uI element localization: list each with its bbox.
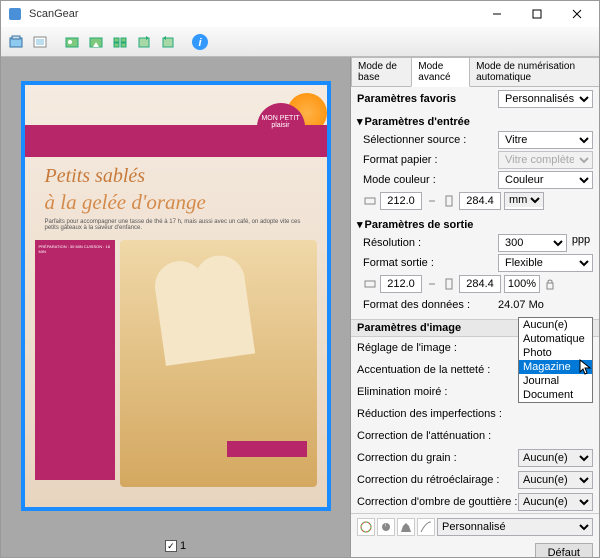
- favorites-select[interactable]: Personnalisés: [498, 90, 593, 108]
- unit-select[interactable]: mm: [505, 193, 543, 207]
- out-height-icon: [442, 277, 456, 291]
- source-select[interactable]: Vitre: [498, 131, 593, 149]
- output-header[interactable]: ▾Paramètres de sortie: [357, 216, 593, 233]
- color-balance-icon[interactable]: [357, 518, 375, 536]
- rotate-left-icon[interactable]: [133, 31, 155, 53]
- select-all-icon[interactable]: [109, 31, 131, 53]
- favorites-label: Paramètres favoris: [357, 93, 498, 105]
- scan-thumbnail[interactable]: MON PETIT plaisir Petits sablés à la gel…: [21, 81, 331, 511]
- height-icon: [442, 194, 456, 208]
- tab-advanced[interactable]: Mode avancé: [411, 57, 470, 87]
- image-adjust-dropdown[interactable]: Aucun(e) Automatique Photo Magazine Jour…: [518, 317, 593, 403]
- toolbar: i: [1, 27, 599, 57]
- brightness-icon[interactable]: [377, 518, 395, 536]
- out-width-icon: [363, 277, 377, 291]
- preview-pane: MON PETIT plaisir Petits sablés à la gel…: [1, 57, 351, 557]
- output-scale[interactable]: [504, 275, 540, 293]
- titlebar: ScanGear: [1, 1, 599, 27]
- curve-icon[interactable]: [417, 518, 435, 536]
- input-height[interactable]: [459, 192, 501, 210]
- minimize-button[interactable]: [477, 1, 517, 27]
- curve-preset-select[interactable]: Personnalisé: [437, 518, 593, 536]
- crop-all-icon[interactable]: [85, 31, 107, 53]
- thumb-checkbox[interactable]: ✓: [165, 540, 177, 552]
- width-icon: [363, 194, 377, 208]
- histogram-icon[interactable]: [397, 518, 415, 536]
- thumb-number: 1: [180, 540, 186, 552]
- link-icon[interactable]: [425, 277, 439, 291]
- input-width[interactable]: [380, 192, 422, 210]
- input-header[interactable]: ▾Paramètres d'entrée: [357, 113, 593, 130]
- main-area: MON PETIT plaisir Petits sablés à la gel…: [1, 57, 599, 557]
- output-height[interactable]: [459, 275, 501, 293]
- grain-select[interactable]: Aucun(e): [518, 449, 593, 467]
- option-auto[interactable]: Automatique: [519, 332, 592, 346]
- maximize-button[interactable]: [517, 1, 557, 27]
- color-mode-select[interactable]: Couleur: [498, 171, 593, 189]
- app-icon: [7, 6, 23, 22]
- close-button[interactable]: [557, 1, 597, 27]
- new-scan-icon[interactable]: [5, 31, 27, 53]
- gutter-select[interactable]: Aucun(e): [518, 493, 593, 511]
- output-format-select[interactable]: Flexible: [498, 254, 593, 272]
- option-journal[interactable]: Journal: [519, 374, 592, 388]
- paper-select: Vitre complète: [498, 151, 593, 169]
- default-button[interactable]: Défaut: [535, 543, 593, 557]
- tab-basic[interactable]: Mode de base: [351, 57, 412, 86]
- settings-panel: Mode de base Mode avancé Mode de numéris…: [351, 57, 599, 557]
- option-document[interactable]: Document: [519, 388, 592, 402]
- rotate-right-icon[interactable]: [157, 31, 179, 53]
- color-tools: Personnalisé: [351, 513, 599, 540]
- option-none[interactable]: Aucun(e): [519, 318, 592, 332]
- mode-tabs: Mode de base Mode avancé Mode de numéris…: [351, 57, 599, 87]
- info-icon[interactable]: i: [189, 31, 211, 53]
- resolution-select[interactable]: 300: [498, 234, 567, 252]
- backlight-select[interactable]: Aucun(e): [518, 471, 593, 489]
- preview-footer: ✓ 1: [1, 535, 350, 557]
- output-width[interactable]: [380, 275, 422, 293]
- link-icon[interactable]: [425, 194, 439, 208]
- option-magazine[interactable]: Magazine: [519, 360, 592, 374]
- open-scan-icon[interactable]: [29, 31, 51, 53]
- option-photo[interactable]: Photo: [519, 346, 592, 360]
- scangear-window: ScanGear i MON PETIT plaisir Petits sab: [0, 0, 600, 558]
- lock-icon[interactable]: [543, 277, 557, 291]
- thumbnail-icon[interactable]: [61, 31, 83, 53]
- tab-auto[interactable]: Mode de numérisation automatique: [469, 57, 599, 86]
- window-title: ScanGear: [27, 8, 477, 20]
